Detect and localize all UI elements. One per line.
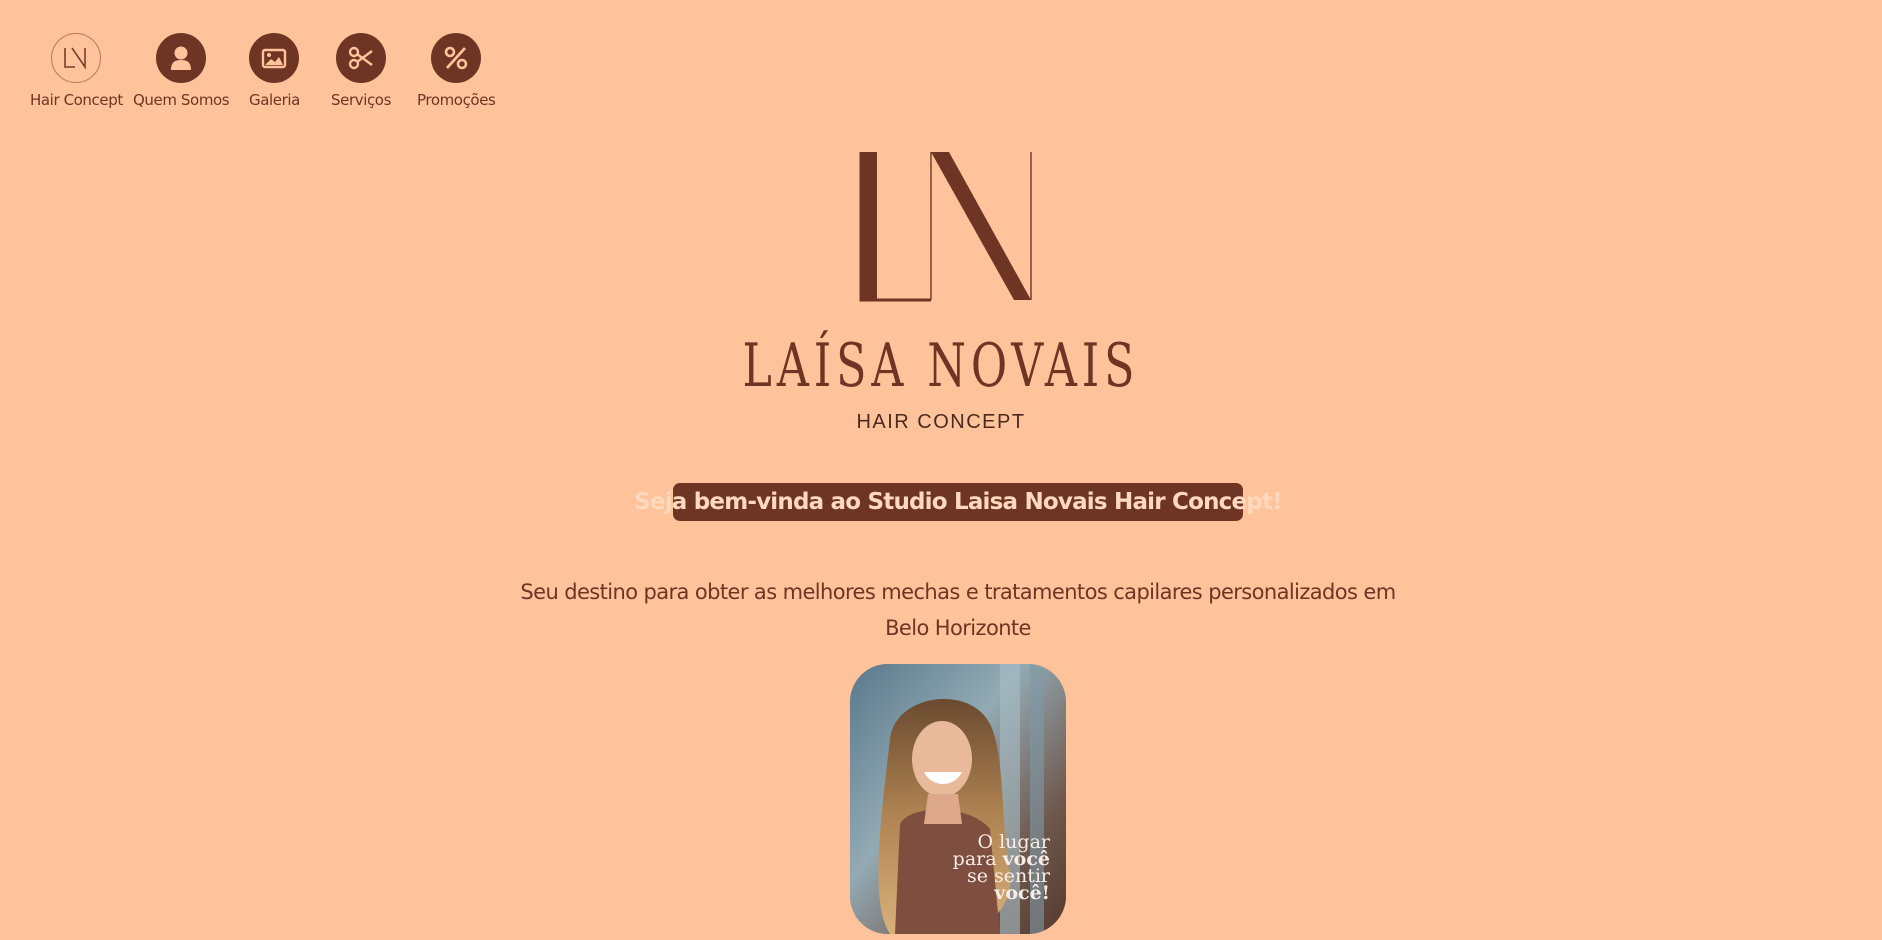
tagline: Seu destino para obter as melhores mecha… bbox=[520, 580, 1396, 640]
ln-logo-icon bbox=[51, 33, 102, 83]
nav-item-galeria[interactable]: Galeria bbox=[249, 33, 300, 109]
nav-item-promocoes[interactable]: Promoções bbox=[417, 33, 496, 109]
nav-item-quem-somos[interactable]: Quem Somos bbox=[133, 33, 230, 109]
brand-subtitle: HAIR CONCEPT bbox=[856, 411, 1026, 433]
caption-word-bold: você! bbox=[994, 882, 1050, 904]
caption-line: você! bbox=[953, 882, 1050, 904]
user-icon bbox=[156, 33, 207, 83]
nav-label: Quem Somos bbox=[133, 91, 230, 109]
nav-label: Galeria bbox=[249, 91, 300, 109]
nav-label: Promoções bbox=[417, 91, 496, 109]
ln-monogram-logo bbox=[859, 152, 1032, 302]
nav-item-servicos[interactable]: Serviços bbox=[331, 33, 391, 109]
brand-name: LAÍSA NOVAIS bbox=[742, 331, 1140, 401]
brand-logo: LAÍSA NOVAIS HAIR CONCEPT bbox=[0, 150, 1882, 434]
photo-caption: O lugar para você se sentir você! bbox=[953, 833, 1050, 904]
welcome-banner: Seja bem-vinda ao Studio Laisa Novais Ha… bbox=[634, 483, 1283, 521]
percent-icon bbox=[431, 33, 482, 83]
nav-label: Hair Concept bbox=[30, 91, 123, 109]
image-icon bbox=[249, 33, 300, 83]
hero-photo: O lugar para você se sentir você! bbox=[850, 664, 1066, 934]
scissors-icon bbox=[336, 33, 386, 83]
nav-item-hair-concept[interactable]: Hair Concept bbox=[30, 33, 123, 109]
nav-label: Serviços bbox=[331, 91, 392, 109]
